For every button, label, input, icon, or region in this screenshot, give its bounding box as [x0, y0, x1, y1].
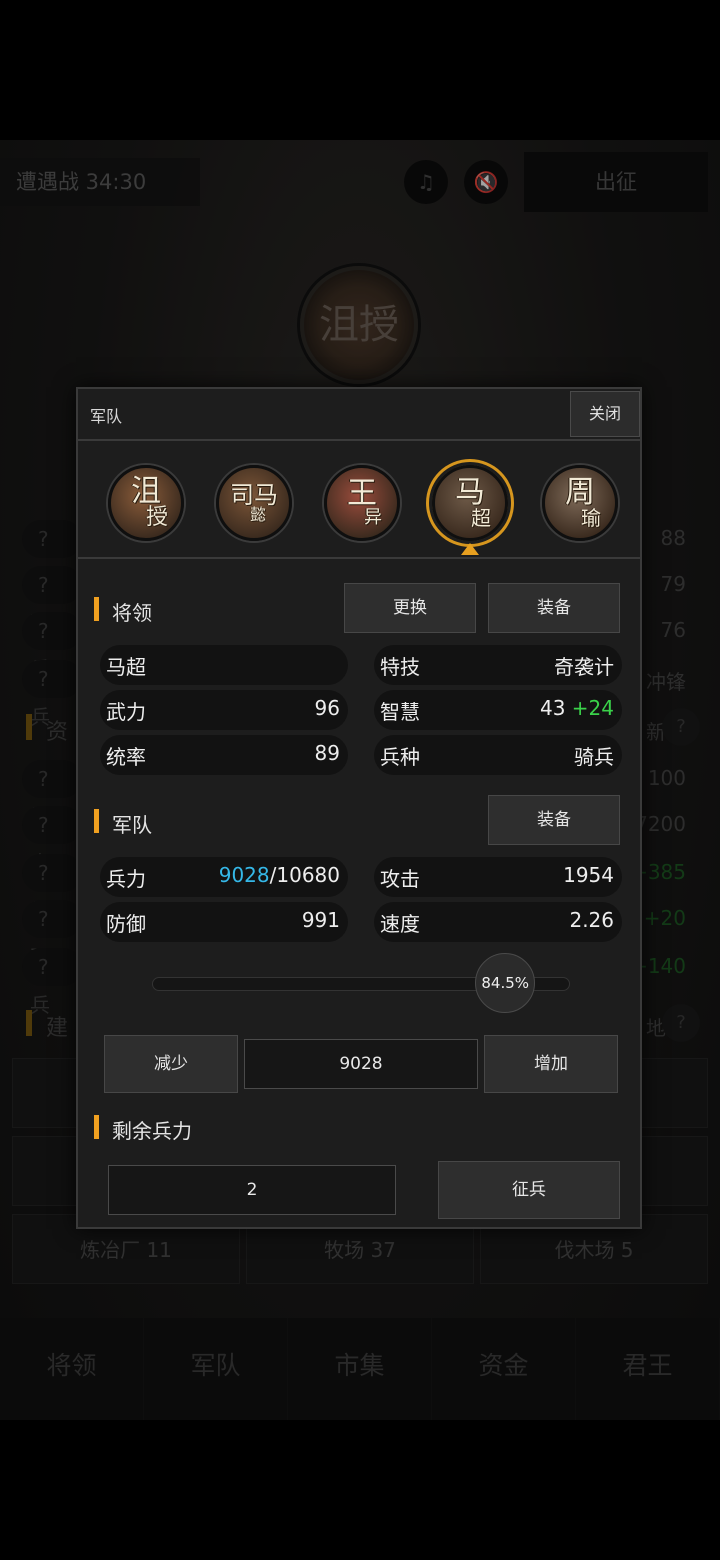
decrease-button[interactable]: 减少	[104, 1035, 238, 1093]
bg-section-marker	[26, 714, 32, 740]
attack-label: 攻击	[380, 867, 420, 891]
bottom-nav: 将领 军队 市集 资金 君王	[0, 1318, 720, 1420]
section-marker	[94, 809, 99, 833]
troop-type-value: 骑兵	[574, 745, 614, 769]
troop-type-label: 兵种	[380, 745, 420, 769]
bg-stat-value: 76	[660, 618, 686, 642]
section-marker	[94, 597, 99, 621]
command-label: 统率	[106, 745, 146, 769]
troops-current: 9028	[218, 863, 270, 887]
general-name-row: 马超	[100, 645, 348, 685]
battle-timer: 遭遇战 34:30	[0, 158, 200, 206]
nav-item-generals[interactable]: 将领	[0, 1318, 144, 1420]
current-general-avatar[interactable]: 沮授	[300, 266, 418, 384]
force-label: 武力	[106, 700, 146, 724]
help-icon[interactable]: ?	[662, 1004, 700, 1042]
general-avatar[interactable]: 沮授	[108, 465, 184, 541]
general-avatar[interactable]: 司马懿	[216, 465, 292, 541]
force-row: 武力 96	[100, 690, 348, 730]
building-label: 牧场 37	[324, 1238, 396, 1262]
bg-section-marker	[26, 1010, 32, 1036]
bg-stat-value: 88	[660, 526, 686, 550]
remaining-troops-label: 剩余兵力	[112, 1119, 192, 1143]
nav-item-king[interactable]: 君王	[576, 1318, 720, 1420]
current-general-name: 沮授	[319, 302, 399, 348]
skill-label: 特技	[380, 655, 420, 679]
general-equip-button[interactable]: 装备	[488, 583, 620, 633]
depart-button[interactable]: 出征	[524, 152, 708, 212]
troops-label: 兵力	[106, 867, 146, 891]
general-avatar-selected[interactable]: 马超	[432, 465, 508, 541]
wisdom-value-group: 43 +24	[540, 696, 614, 720]
nav-item-market[interactable]: 市集	[288, 1318, 432, 1420]
command-value: 89	[314, 741, 340, 765]
general-avatar[interactable]: 周瑜	[542, 465, 618, 541]
bg-stat-value: 冲锋	[646, 670, 686, 694]
defense-value: 991	[301, 908, 340, 932]
bg-section-label: 资	[46, 720, 69, 745]
troops-row: 兵力 9028/10680	[100, 857, 348, 897]
troop-slider-handle[interactable]: 84.5%	[475, 953, 536, 1013]
bg-resource-row: ? 钱	[22, 760, 82, 829]
wisdom-row: 智慧 43 +24	[374, 690, 622, 730]
building-label: 炼冶厂 11	[80, 1238, 172, 1262]
speed-value: 2.26	[569, 908, 614, 932]
defense-row: 防御 991	[100, 902, 348, 942]
dialog-header: 军队 关闭	[78, 389, 640, 441]
building-label: 伐木场 5	[554, 1238, 634, 1262]
top-bar: 遭遇战 34:30 ♫ 🔇 出征	[0, 152, 720, 218]
attack-row: 攻击 1954	[374, 857, 622, 897]
bg-resource-value: +20	[643, 906, 686, 930]
attack-value: 1954	[563, 863, 614, 887]
troop-amount-field[interactable]: 9028	[244, 1039, 478, 1089]
army-equip-button[interactable]: 装备	[488, 795, 620, 845]
bg-stat-row: ? 武	[22, 520, 82, 589]
army-dialog: 军队 关闭 沮授 司马懿 王异 马超 周瑜 将领 更换 装备 马超 特技 奇袭计…	[76, 387, 642, 1229]
wisdom-value: 43	[539, 696, 566, 720]
bg-section-label: 建	[46, 1016, 69, 1041]
speed-row: 速度 2.26	[374, 902, 622, 942]
skill-row: 特技 奇袭计	[374, 645, 622, 685]
troops-max: /10680	[269, 863, 340, 887]
wisdom-label: 智慧	[380, 700, 420, 724]
general-section-label: 将领	[112, 601, 152, 625]
skill-value: 奇袭计	[554, 655, 614, 679]
nav-item-funds[interactable]: 资金	[432, 1318, 576, 1420]
bg-stat-value: 79	[660, 572, 686, 596]
bg-resource-row: ? 兵	[22, 948, 82, 1017]
bg-resource-row: ? 石	[22, 900, 82, 969]
bg-stat-row: ? 兵	[22, 612, 82, 681]
speed-label: 速度	[380, 912, 420, 936]
dialog-title: 军队	[90, 407, 123, 426]
force-value: 96	[314, 696, 340, 720]
sound-off-icon[interactable]: 🔇	[464, 160, 508, 204]
army-section-label: 军队	[112, 813, 152, 837]
close-button[interactable]: 关闭	[570, 391, 640, 437]
general-name: 马超	[106, 655, 146, 679]
troops-value-group: 9028/10680	[219, 863, 340, 887]
bg-stat-row: ? 政	[22, 566, 82, 635]
troop-type-row: 兵种 骑兵	[374, 735, 622, 775]
command-row: 统率 89	[100, 735, 348, 775]
recruit-button[interactable]: 征兵	[438, 1161, 620, 1219]
increase-button[interactable]: 增加	[484, 1035, 618, 1093]
bg-resource-row: ? 人	[22, 806, 82, 875]
defense-label: 防御	[106, 912, 146, 936]
section-marker	[94, 1115, 99, 1139]
general-selector: 沮授 司马懿 王异 马超 周瑜	[78, 443, 640, 559]
wisdom-bonus: +24	[571, 696, 614, 720]
change-general-button[interactable]: 更换	[344, 583, 476, 633]
nav-item-army[interactable]: 军队	[144, 1318, 288, 1420]
selected-indicator-icon	[461, 543, 479, 555]
bg-resource-value: 7200	[635, 812, 686, 836]
music-off-icon[interactable]: ♫	[404, 160, 448, 204]
help-icon[interactable]: ?	[662, 708, 700, 746]
bg-resource-value: 100	[647, 766, 686, 790]
general-avatar[interactable]: 王异	[324, 465, 400, 541]
bg-resource-row: ? 粮	[22, 854, 82, 923]
bg-stat-row: ? 兵	[22, 660, 82, 729]
remaining-troops-value: 2	[108, 1165, 396, 1215]
